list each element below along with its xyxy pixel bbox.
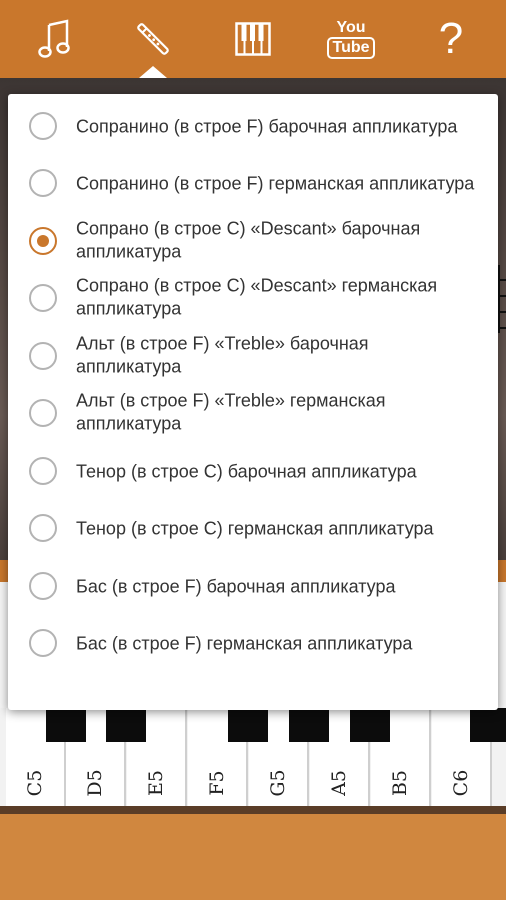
- option-bass-baroque[interactable]: Бас (в строе F) барочная аппликатура: [8, 559, 498, 616]
- option-label: Сопрано (в строе C) «Descant» германская…: [76, 275, 438, 319]
- music-note-icon[interactable]: [20, 0, 90, 78]
- radio-button[interactable]: [29, 111, 57, 140]
- bottom-bar: [0, 814, 506, 900]
- option-label: Сопранино (в строе F) барочная аппликату…: [76, 115, 458, 136]
- option-label: Альт (в строе F) «Treble» германская апп…: [76, 390, 386, 434]
- radio-button[interactable]: [29, 283, 57, 312]
- key-label: B5: [389, 769, 411, 797]
- black-key-f-sharp[interactable]: [228, 708, 268, 742]
- fingering-selection-dialog: Сопранино (в строе F) барочная аппликату…: [8, 94, 498, 710]
- music-staff: [498, 265, 506, 333]
- option-soprano-german[interactable]: Сопрано (в строе C) «Descant» германская…: [8, 271, 498, 328]
- option-tenor-baroque[interactable]: Тенор (в строе C) барочная аппликатура: [8, 444, 498, 501]
- youtube-icon[interactable]: You Tube: [316, 0, 386, 78]
- radio-button[interactable]: [29, 628, 57, 657]
- option-tenor-german[interactable]: Тенор (в строе C) германская аппликатура: [8, 501, 498, 558]
- black-key-c-sharp[interactable]: [46, 708, 86, 742]
- option-alto-baroque[interactable]: Альт (в строе F) «Treble» барочная аппли…: [8, 329, 498, 386]
- option-label: Сопранино (в строе F) германская апплика…: [76, 172, 475, 193]
- option-soprano-baroque[interactable]: Сопрано (в строе C) «Descant» барочная а…: [8, 214, 498, 271]
- radio-button[interactable]: [29, 456, 57, 485]
- key-label: C5: [24, 769, 46, 797]
- radio-button[interactable]: [29, 398, 57, 427]
- radio-button[interactable]: [29, 341, 57, 370]
- option-bass-german[interactable]: Бас (в строе F) германская аппликатура: [8, 616, 498, 673]
- option-label: Бас (в строе F) германская аппликатура: [76, 632, 413, 653]
- keyboard-border: [0, 806, 506, 814]
- piano-icon[interactable]: [218, 0, 288, 78]
- key-label: E5: [145, 770, 167, 796]
- key-label: G5: [267, 769, 289, 797]
- option-label: Сопрано (в строе C) «Descant» барочная а…: [76, 218, 421, 262]
- youtube-label-bottom: Tube: [327, 37, 375, 59]
- option-label: Альт (в строе F) «Treble» барочная аппли…: [76, 333, 369, 377]
- key-label: F5: [206, 770, 228, 796]
- option-sopranino-german[interactable]: Сопранино (в строе F) германская апплика…: [8, 156, 498, 213]
- top-toolbar: You Tube ?: [0, 0, 506, 78]
- option-label: Тенор (в строе C) барочная аппликатура: [76, 460, 417, 481]
- black-key-g-sharp[interactable]: [289, 708, 329, 742]
- key-label: C6: [450, 769, 472, 797]
- option-alto-german[interactable]: Альт (в строе F) «Treble» германская апп…: [8, 386, 498, 443]
- radio-button[interactable]: [29, 571, 57, 600]
- radio-button[interactable]: [29, 168, 57, 197]
- option-label: Тенор (в строе C) германская аппликатура: [76, 517, 434, 538]
- active-tab-indicator: [139, 66, 167, 78]
- piano-keyboard: C5 D5 E5 F5 G5 A5 B5 C6: [0, 708, 506, 808]
- option-sopranino-baroque[interactable]: Сопранино (в строе F) барочная аппликату…: [8, 99, 498, 156]
- option-label: Бас (в строе F) барочная аппликатура: [76, 575, 396, 596]
- radio-button-selected[interactable]: [29, 226, 57, 255]
- youtube-label-top: You: [336, 19, 366, 36]
- help-label: ?: [438, 14, 464, 63]
- key-label: A5: [328, 770, 350, 796]
- black-key-a-sharp[interactable]: [350, 708, 390, 742]
- black-key-c-sharp-2[interactable]: [470, 708, 506, 742]
- black-key-d-sharp[interactable]: [106, 708, 146, 742]
- radio-button[interactable]: [29, 513, 57, 542]
- key-label: D5: [84, 769, 106, 797]
- help-icon[interactable]: ?: [416, 0, 486, 78]
